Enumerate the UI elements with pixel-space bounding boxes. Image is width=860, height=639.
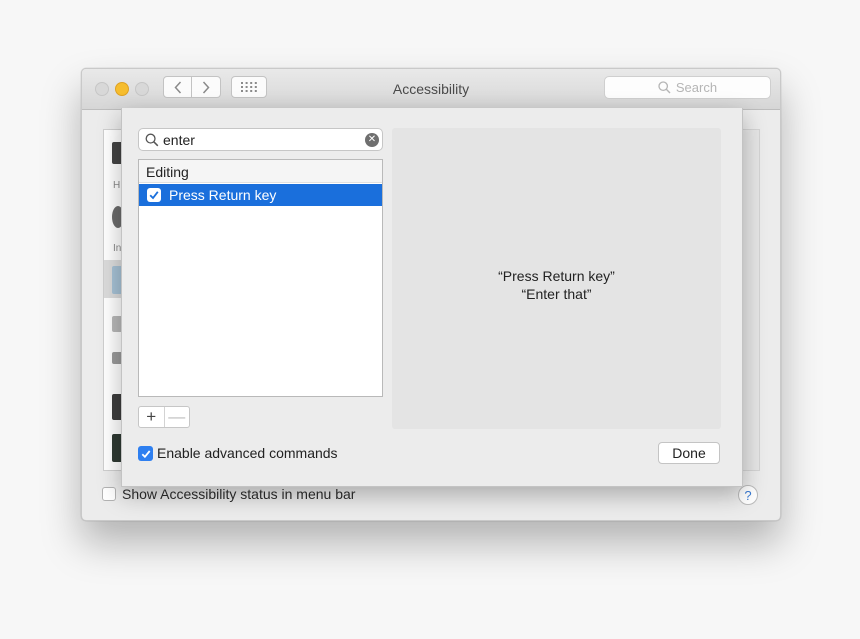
checkmark-icon xyxy=(141,449,150,458)
clear-search-icon[interactable]: ✕ xyxy=(365,133,379,147)
enable-advanced-checkbox[interactable] xyxy=(138,446,153,461)
command-checkbox[interactable] xyxy=(147,188,161,202)
detail-phrase: “Enter that” xyxy=(521,286,592,302)
window-search-placeholder: Search xyxy=(675,80,718,95)
detail-phrase: “Press Return key” xyxy=(498,268,615,284)
status-menu-label: Show Accessibility status in menu bar xyxy=(122,486,356,502)
command-search-input[interactable] xyxy=(163,131,353,148)
command-detail-panel: “Press Return key” “Enter that” xyxy=(392,128,721,429)
category-label: H xyxy=(113,180,121,191)
add-command-button[interactable]: + xyxy=(139,407,165,427)
remove-command-button[interactable]: — xyxy=(165,407,190,427)
group-header: Editing xyxy=(139,160,382,183)
checkmark-icon xyxy=(149,191,159,200)
commands-sheet: ✕ Editing Press Return key + — Enable ad… xyxy=(121,108,743,487)
help-button[interactable]: ? xyxy=(738,485,758,505)
title-bar: Accessibility Search xyxy=(82,69,780,110)
command-search-field[interactable]: ✕ xyxy=(138,128,383,151)
status-menu-checkbox[interactable] xyxy=(102,487,116,501)
done-button[interactable]: Done xyxy=(658,442,720,464)
window-search-field[interactable]: Search xyxy=(604,76,771,99)
command-label: Press Return key xyxy=(169,187,277,203)
add-remove-control: + — xyxy=(138,406,190,428)
magnifier-icon xyxy=(658,81,671,94)
detail-panel-edge xyxy=(742,129,760,471)
command-row[interactable]: Press Return key xyxy=(139,184,382,206)
command-list[interactable]: Editing Press Return key xyxy=(138,159,383,397)
magnifier-icon xyxy=(145,133,159,147)
enable-advanced-label: Enable advanced commands xyxy=(157,445,338,461)
